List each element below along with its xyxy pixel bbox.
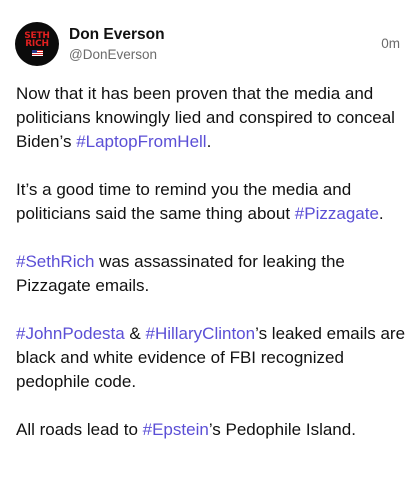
- post-text: All roads lead to: [16, 420, 143, 439]
- post-text: ’s Pedophile Island.: [208, 420, 356, 439]
- post-paragraph: #SethRich was assassinated for leaking t…: [16, 250, 408, 298]
- hashtag-link[interactable]: #SethRich: [16, 252, 94, 271]
- author-display-name[interactable]: Don Everson: [69, 26, 165, 44]
- post-text: .: [378, 204, 384, 223]
- post-paragraph: It’s a good time to remind you the media…: [16, 178, 408, 226]
- post-timestamp: 0m: [381, 36, 400, 51]
- post-text: .: [206, 132, 212, 151]
- post-text: &: [124, 324, 146, 343]
- post-body: Now that it has been proven that the med…: [16, 82, 408, 466]
- hashtag-link[interactable]: #LaptopFromHell: [76, 132, 206, 151]
- post-paragraph: All roads lead to #Epstein’s Pedophile I…: [16, 418, 408, 442]
- hashtag-link[interactable]: #Pizzagate: [295, 204, 379, 223]
- hashtag-link[interactable]: #JohnPodesta: [16, 324, 125, 343]
- post-paragraph: Now that it has been proven that the med…: [16, 82, 408, 154]
- post: SETH RICH Don Everson @DonEverson 0m Now…: [0, 0, 416, 500]
- hashtag-link[interactable]: #HillaryClinton: [146, 324, 256, 343]
- author-handle[interactable]: @DonEverson: [69, 47, 157, 62]
- avatar[interactable]: SETH RICH: [15, 22, 59, 66]
- avatar-text-line2: RICH: [25, 39, 49, 49]
- hashtag-link[interactable]: #Epstein: [143, 420, 209, 439]
- post-paragraph: #JohnPodesta & #HillaryClinton’s leaked …: [16, 322, 408, 394]
- flag-icon: [31, 50, 43, 56]
